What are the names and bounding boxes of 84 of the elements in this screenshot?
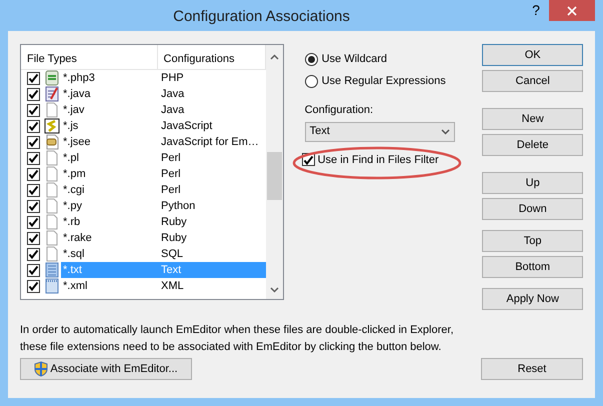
file-type-cell[interactable]: *.java [61,86,157,102]
close-icon [567,6,577,16]
checkbox[interactable] [27,152,40,164]
configuration-cell[interactable]: JavaScript [157,118,266,134]
file-type-cell[interactable]: *.jav [61,102,157,118]
info-text: In order to automatically launch EmEditor when these files are double-clicked in Explorer, these file extensions need to be associated with EmEditor by clicking the button below. [20,323,455,355]
configuration-cell[interactable]: SQL [157,246,266,262]
script-icon [44,118,60,134]
checkbox[interactable] [27,216,40,228]
file-type-cell[interactable]: *.rake [61,230,157,246]
configuration-cell[interactable]: XML [157,278,266,294]
configuration-cell[interactable]: Ruby [157,214,266,230]
configuration-cell[interactable]: Perl [157,166,266,182]
scroll-down-icon[interactable] [270,287,279,293]
file-type-cell[interactable]: *.py [61,198,157,214]
file-type-cell[interactable]: *.cgi [61,182,157,198]
checkbox[interactable] [27,104,40,116]
document-icon [44,230,60,246]
dialog-button[interactable]: Bottom [482,256,583,278]
document-icon [44,182,60,198]
dialog-button[interactable]: Up [482,172,583,194]
help-button[interactable]: ? [523,0,549,21]
shield-icon [34,361,48,377]
file-type-cell[interactable]: *.js [61,118,157,134]
document-icon [44,214,60,230]
checkbox[interactable] [27,72,40,84]
dialog-button[interactable]: New [482,108,583,130]
file-type-cell[interactable]: *.pl [61,150,157,166]
php-file-icon [44,70,60,86]
file-type-cell[interactable]: *.php3 [61,70,157,86]
radio-button[interactable] [304,74,318,88]
dialog-button[interactable]: Top [482,230,583,252]
configuration-cell[interactable]: Python [157,198,266,214]
document-icon [44,166,60,182]
scroll-document-icon [44,134,60,150]
checkbox[interactable] [27,248,40,260]
close-button[interactable] [549,0,595,21]
dialog-button[interactable]: Down [482,198,583,220]
column-header[interactable]: File Types [21,45,158,69]
file-type-cell[interactable]: *.jsee [61,134,157,150]
checkbox[interactable] [27,168,40,180]
file-type-cell[interactable]: *.pm [61,166,157,182]
checkbox[interactable] [27,136,40,148]
configuration-label: Configuration: [304,103,374,118]
file-type-cell[interactable]: *.xml [61,278,157,294]
dialog-button[interactable]: Apply Now [482,288,583,310]
document-icon [44,102,60,118]
configuration-cell[interactable]: JavaScript for Em… [157,134,266,150]
dialog-button[interactable]: OK [482,44,583,66]
xml-document-icon [44,278,60,294]
checkbox[interactable] [27,88,40,100]
configuration-cell[interactable]: Perl [157,150,266,166]
caret-icon [440,128,450,134]
document-icon [44,246,60,262]
configuration-cell[interactable]: Java [157,86,266,102]
text-document-icon [44,262,60,278]
checkbox[interactable] [27,120,40,132]
dialog-button[interactable]: Cancel [482,70,583,92]
configuration-cell[interactable]: Perl [157,182,266,198]
radio-label[interactable]: Use Wildcard [322,50,388,68]
file-type-cell[interactable]: *.sql [61,246,157,262]
document-icon [44,150,60,166]
file-type-cell[interactable]: *.rb [61,214,157,230]
checkbox[interactable] [27,264,40,276]
checkbox[interactable] [27,184,40,196]
configuration-cell[interactable]: Ruby [157,230,266,246]
reset-button[interactable]: Reset [481,358,583,380]
radio-button[interactable] [304,52,318,66]
configuration-cell[interactable]: PHP [157,70,266,86]
document-icon [44,198,60,214]
dialog-button[interactable]: Delete [482,134,583,156]
checkbox[interactable] [27,232,40,244]
checkbox[interactable] [27,280,40,292]
scrollbar-thumb[interactable] [266,152,282,200]
radio-label[interactable]: Use Regular Expressions [322,72,446,90]
window-title: Configuration Associations [172,7,351,27]
configuration-dropdown[interactable]: Text [304,122,455,142]
file-type-list[interactable]: File Types Configurations *.php3 PHP *.java Java *.jav Java *.js JavaScript *.jsee JavaScript for Em… *.pl Perl *.pm Perl *.cgi Perl *.py Python *.rb Ruby *.rake Ruby *.sql SQL *.txt Text *.xml XML [20,44,284,300]
checkbox[interactable] [27,200,40,212]
scrollbar[interactable] [266,45,283,299]
configuration-cell[interactable]: Java [157,102,266,118]
scroll-up-icon[interactable] [270,54,279,60]
associate-button[interactable]: Associate with EmEditor... [20,358,192,380]
pencil-document-icon [44,86,60,102]
